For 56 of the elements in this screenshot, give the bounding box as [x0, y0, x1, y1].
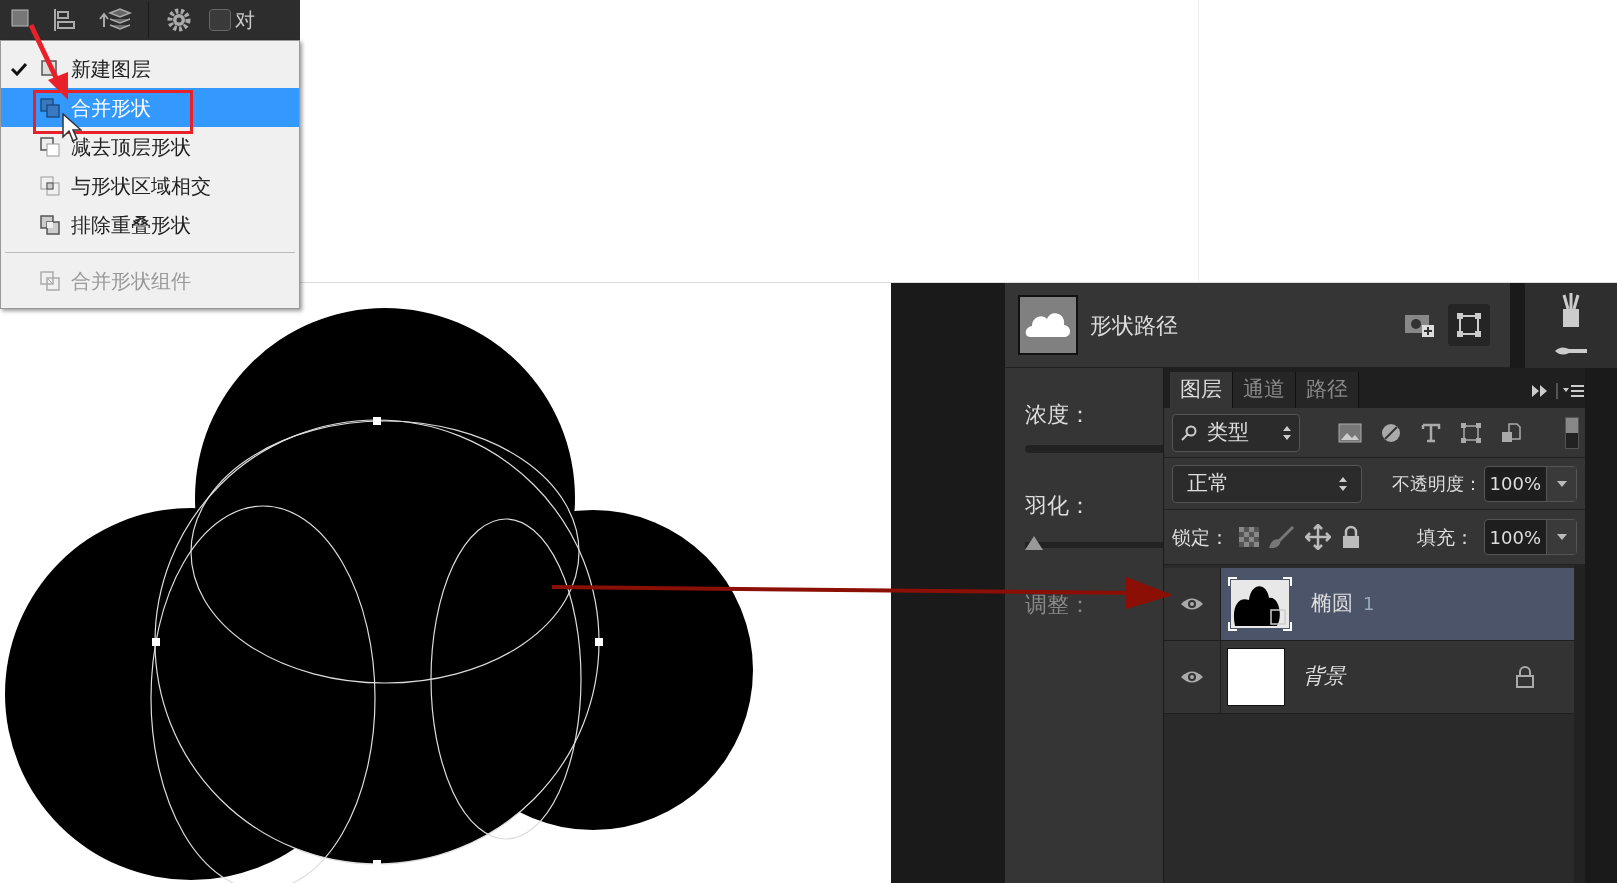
image-filter-icon[interactable]	[1338, 422, 1362, 443]
shape-mode-icon	[39, 174, 61, 197]
layer-name: 背景	[1303, 663, 1345, 691]
smart-object-filter-icon[interactable]	[1500, 421, 1522, 444]
dropdown-arrow-icon	[1556, 534, 1567, 540]
type-filter-icon[interactable]	[1420, 421, 1442, 444]
slider[interactable]	[1025, 534, 1163, 552]
shape-mode-icon	[39, 135, 61, 158]
eye-icon[interactable]	[1180, 596, 1204, 612]
add-mask-icon[interactable]	[1404, 312, 1436, 338]
checkmark-icon	[11, 61, 27, 76]
panel-tab[interactable]: 图层	[1170, 372, 1233, 408]
vector-mask-icon	[1456, 312, 1482, 338]
shape-mode-icon	[39, 96, 61, 119]
menu-item[interactable]: 减去顶层形状	[1, 127, 299, 166]
move-icon[interactable]	[1305, 524, 1331, 550]
checkbox-label: 对	[235, 7, 255, 34]
checkbox[interactable]	[209, 9, 231, 31]
menu-item[interactable]: 排除重叠形状	[1, 205, 299, 244]
shape-thumbnail	[1227, 576, 1293, 632]
opacity-field[interactable]: 100%	[1483, 465, 1577, 502]
slider-track[interactable]	[1025, 445, 1163, 453]
slider-thumb[interactable]	[1025, 536, 1043, 550]
background-thumbnail	[1227, 648, 1285, 706]
menu-item[interactable]: 与形状区域相交	[1, 166, 299, 205]
shape-mode-icon	[39, 213, 61, 236]
filter-dropdown[interactable]: 类型	[1172, 413, 1300, 452]
vector-mask-button[interactable]	[1448, 304, 1490, 346]
lock-icon[interactable]	[1341, 525, 1361, 549]
lock-label: 锁定：	[1172, 524, 1229, 550]
fill-field[interactable]: 100%	[1483, 519, 1577, 555]
settings-icon[interactable]	[165, 6, 193, 34]
shape-mode-icon	[39, 269, 61, 292]
property-label: 羽化：	[1025, 492, 1092, 520]
collapse-icon[interactable]	[1531, 384, 1549, 398]
properties-title: 形状路径	[1090, 311, 1178, 340]
panel-tab[interactable]: 路径	[1296, 372, 1359, 408]
search-icon	[1181, 424, 1197, 441]
opacity-label: 不透明度：	[1391, 472, 1482, 496]
shape-filter-icon[interactable]	[1460, 421, 1482, 444]
panel-tab[interactable]: 通道	[1233, 372, 1296, 408]
layer-number: 1	[1363, 592, 1375, 617]
blend-mode-dropdown[interactable]: 正常	[1172, 464, 1362, 503]
dropdown-arrow-icon	[1556, 480, 1567, 487]
adjustment-filter-icon[interactable]	[1380, 421, 1402, 444]
filter-toggle[interactable]	[1565, 416, 1579, 449]
fill-label: 填充：	[1416, 524, 1474, 550]
layer-name: 椭圆	[1311, 590, 1353, 618]
panel-menu-icon[interactable]	[1555, 383, 1585, 399]
eye-icon[interactable]	[1180, 669, 1204, 685]
property-label: 浓度：	[1025, 401, 1092, 429]
property-label: 调整：	[1025, 591, 1092, 619]
shape-path-thumbnail	[1018, 295, 1078, 355]
updown-icon	[1283, 425, 1291, 440]
menu-item[interactable]: 新建图层	[1, 49, 299, 88]
updown-icon	[1339, 476, 1347, 491]
